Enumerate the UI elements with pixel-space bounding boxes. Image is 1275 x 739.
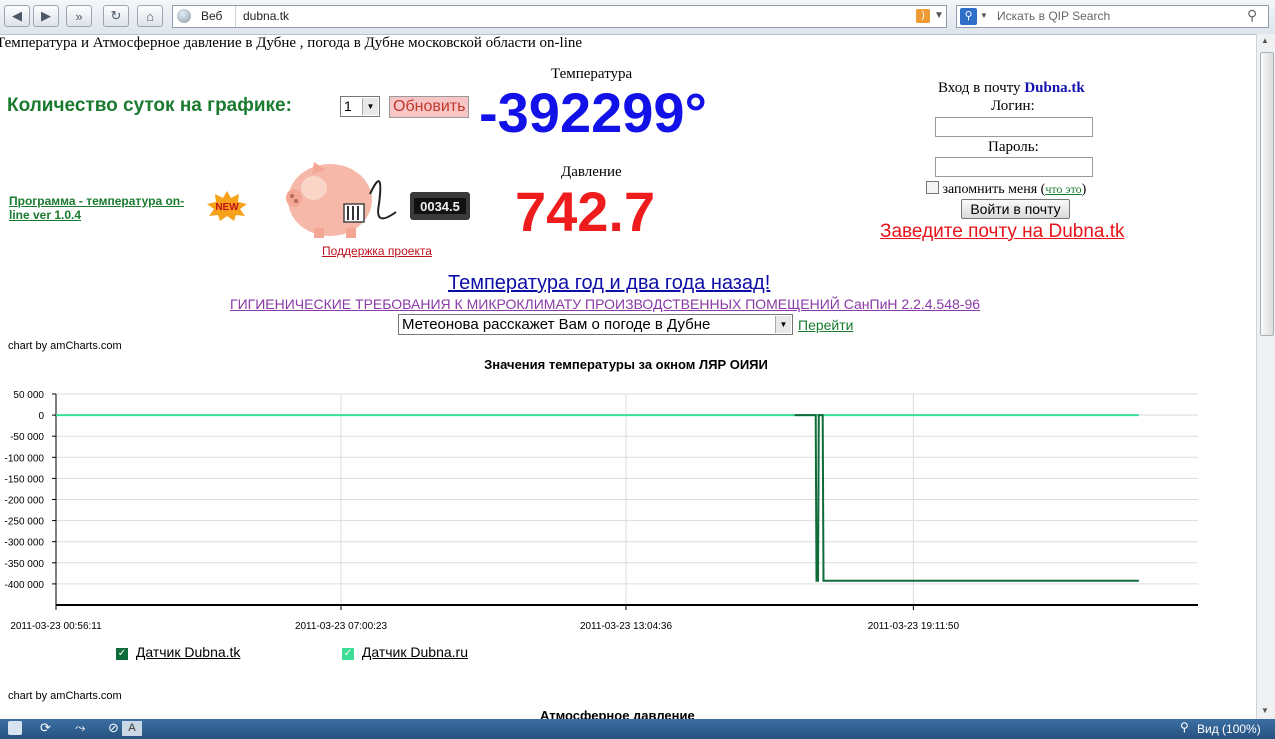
search-engine-icon[interactable]: ⚲: [960, 8, 977, 25]
arrow-left-icon: ◀: [12, 8, 22, 23]
page-icon[interactable]: [8, 721, 22, 735]
go-link[interactable]: Перейти: [798, 317, 853, 333]
status-bar: ⟳ ⤳ ⊘ A ⚲ Вид (100%): [0, 719, 1275, 739]
home-icon: ⌂: [146, 8, 154, 24]
legend-item-dubna-ru[interactable]: ✓ Датчик Dubna.ru: [342, 644, 468, 660]
login-label: Логин:: [991, 98, 1035, 114]
checkbox-checked-icon[interactable]: ✓: [342, 648, 354, 660]
address-bar[interactable]: Веб dubna.tk ) ▼: [172, 5, 947, 28]
search-input[interactable]: Искать в QIP Search: [997, 9, 1110, 23]
temperature-value: -392299°: [479, 81, 707, 144]
y-tick-label: -400 000: [5, 580, 45, 591]
y-tick-label: -200 000: [5, 496, 45, 507]
meteo-select[interactable]: Метеонова расскажет Вам о погоде в Дубне…: [398, 314, 793, 335]
block-icon[interactable]: ⊘: [108, 720, 119, 736]
page-title: Температура и Атмосферное давление в Дуб…: [0, 35, 583, 51]
reload-button[interactable]: ↻: [103, 5, 129, 27]
zoom-level[interactable]: Вид (100%): [1197, 722, 1261, 736]
login-button[interactable]: Войти в почту: [961, 199, 1070, 219]
login-title: Вход в почту Dubna.tk: [938, 80, 1085, 97]
y-tick-label: -250 000: [5, 517, 45, 528]
y-tick-label: -300 000: [5, 538, 45, 549]
x-tick-label: 2011-03-23 13:04:36: [580, 621, 673, 632]
scroll-down-icon[interactable]: ▼: [1261, 706, 1269, 715]
legend-item-dubna-tk[interactable]: ✓ Датчик Dubna.tk: [116, 644, 240, 660]
x-tick-label: 2011-03-23 19:11:50: [868, 621, 960, 632]
year-link[interactable]: Температура год и два года назад!: [448, 272, 770, 295]
address-dropdown-icon[interactable]: ▼: [934, 10, 944, 21]
password-input[interactable]: [935, 157, 1093, 177]
scroll-up-icon[interactable]: ▲: [1261, 36, 1269, 45]
temperature-chart: Значения температуры за окном ЛЯР ОИЯИ 5…: [0, 350, 1256, 670]
globe-icon: [177, 9, 191, 23]
program-link[interactable]: Программа - температура on-line ver 1.0.…: [9, 194, 204, 222]
meteo-select-value: Метеонова расскажет Вам о погоде в Дубне: [402, 316, 711, 333]
vertical-scrollbar[interactable]: ▲ ▼: [1256, 34, 1275, 719]
login-brand: Dubna.tk: [1024, 80, 1085, 96]
search-icon[interactable]: ⚲: [1247, 7, 1257, 24]
days-value: 1: [344, 98, 352, 114]
chevron-down-icon: ▼: [362, 98, 378, 115]
font-icon[interactable]: A: [122, 721, 142, 736]
x-tick-label: 2011-03-23 00:56:11: [10, 621, 102, 632]
share-icon[interactable]: ⤳: [75, 720, 85, 736]
legend-label: Датчик Dubna.ru: [361, 644, 468, 660]
remember-row: запомнить меня (что это): [926, 181, 1086, 198]
arrow-right-icon: ▶: [41, 8, 51, 23]
password-label: Пароль:: [988, 139, 1039, 155]
engine-dropdown-icon[interactable]: ▼: [980, 11, 988, 20]
browser-toolbar: ◀ ▶ » ↻ ⌂ Веб dubna.tk ) ▼ ⚲ ▼ Искать в …: [0, 0, 1275, 35]
home-button[interactable]: ⌂: [137, 5, 163, 27]
what-is-link[interactable]: что это: [1045, 182, 1081, 196]
y-tick-label: -350 000: [5, 559, 45, 570]
remember-label: запомнить меня: [942, 182, 1038, 197]
address-separator: [235, 6, 236, 27]
support-link[interactable]: Поддержка проекта: [322, 244, 432, 258]
x-tick-label: 2011-03-23 07:00:23: [295, 621, 388, 632]
forward-button[interactable]: ▶: [33, 5, 59, 27]
fast-forward-button[interactable]: »: [66, 5, 92, 27]
sync-icon[interactable]: ⟳: [40, 720, 51, 736]
fast-forward-icon: »: [75, 8, 83, 24]
days-select[interactable]: 1 ▼: [340, 96, 380, 117]
chart-credit-2[interactable]: chart by amCharts.com: [8, 690, 122, 702]
y-tick-label: -50 000: [10, 432, 44, 443]
login-title-text: Вход в почту: [938, 80, 1021, 96]
search-scope-label: Веб: [201, 9, 223, 23]
new-badge-text: NEW: [215, 202, 239, 213]
checkbox-checked-icon[interactable]: ✓: [116, 648, 128, 660]
y-tick-label: 50 000: [13, 390, 44, 401]
refresh-button[interactable]: Обновить: [389, 96, 470, 118]
series-line-0: [794, 414, 1139, 582]
y-tick-label: -100 000: [5, 453, 45, 464]
zoom-icon: ⚲: [1180, 720, 1189, 734]
legend-label: Датчик Dubna.tk: [135, 644, 241, 660]
search-box[interactable]: ⚲ ▼ Искать в QIP Search ⚲: [956, 5, 1269, 28]
counter-display: 0034.5: [420, 199, 460, 214]
sanpin-link[interactable]: ГИГИЕНИЧЕСКИЕ ТРЕБОВАНИЯ К МИКРОКЛИМАТУ …: [230, 296, 980, 312]
reload-icon: ↻: [110, 8, 122, 23]
login-input[interactable]: [935, 117, 1093, 137]
new-badge-icon: NEW: [207, 191, 247, 221]
back-button[interactable]: ◀: [4, 5, 30, 27]
scroll-thumb[interactable]: [1260, 52, 1274, 336]
signup-link[interactable]: Заведите почту на Dubna.tk: [880, 221, 1125, 243]
chart-title: Значения температуры за окном ЛЯР ОИЯИ: [484, 357, 768, 372]
rss-icon[interactable]: ): [916, 9, 930, 23]
address-input[interactable]: dubna.tk: [243, 9, 289, 23]
chevron-down-icon: ▼: [775, 316, 791, 333]
remember-checkbox[interactable]: [926, 181, 939, 194]
y-tick-label: 0: [38, 411, 44, 422]
days-label: Количество суток на графике:: [7, 95, 292, 116]
piggy-bank-image[interactable]: 0034.5: [284, 154, 474, 240]
pressure-value: 742.7: [515, 180, 656, 243]
y-tick-label: -150 000: [5, 474, 45, 485]
